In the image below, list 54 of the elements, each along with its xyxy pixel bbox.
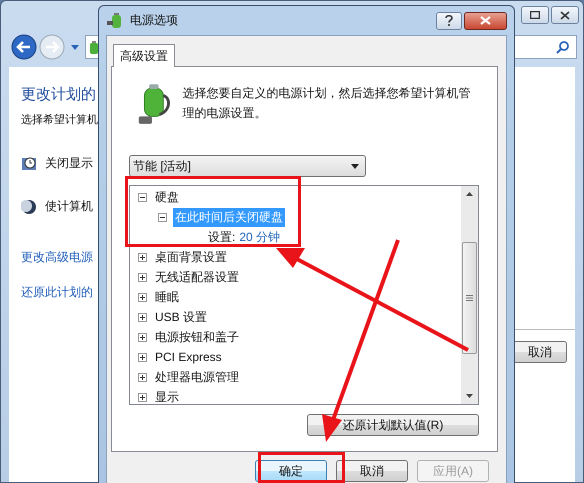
settings-link[interactable]: 还原此计划的	[21, 284, 93, 301]
maximize-icon	[530, 11, 540, 19]
tree-item[interactable]: 无线适配器设置	[153, 268, 241, 286]
battery-plug-icon	[106, 12, 124, 30]
tree-item[interactable]: PCI Express	[153, 349, 224, 365]
clock-icon	[21, 156, 37, 172]
expand-icon[interactable]	[138, 332, 147, 342]
moon-icon	[21, 198, 37, 214]
cancel-button[interactable]: 取消	[513, 341, 567, 363]
page-subheading: 选择希望计算机	[21, 112, 98, 127]
help-button[interactable]	[436, 12, 462, 30]
tab[interactable]: 高级设置	[113, 44, 175, 67]
dropdown-arrow-icon	[351, 164, 359, 168]
maximize-button[interactable]	[521, 6, 549, 24]
search-icon[interactable]	[556, 40, 570, 54]
dialog-button[interactable]: 取消	[336, 460, 408, 482]
description-text: 选择您要自定义的电源计划，然后选择您希望计算机管理的电源设置。	[182, 85, 472, 122]
expand-icon[interactable]	[138, 352, 147, 362]
page-heading: 更改计划的	[21, 85, 96, 104]
grip-icon	[466, 295, 473, 301]
scrollbar[interactable]	[461, 186, 478, 404]
plan-dropdown[interactable]: 节能 [活动]	[129, 155, 366, 177]
tree-item[interactable]: 显示	[153, 388, 181, 404]
restore-defaults-button[interactable]: 还原计划默认值(R)	[307, 414, 479, 436]
help-icon	[445, 15, 453, 26]
tree-item[interactable]: USB 设置	[153, 308, 210, 326]
expand-icon[interactable]	[138, 272, 147, 282]
tree-item[interactable]: 电源按钮和盖子	[153, 328, 241, 346]
close-icon	[480, 16, 491, 25]
tree-item[interactable]: 硬盘	[153, 188, 181, 206]
dropdown-arrow-icon[interactable]	[71, 44, 79, 50]
expand-icon[interactable]	[138, 372, 147, 382]
scroll-up-icon[interactable]	[466, 192, 473, 196]
back-button[interactable]	[11, 34, 37, 60]
setting-label: 设置:	[208, 228, 236, 246]
settings-link[interactable]: 更改高级电源	[21, 249, 93, 266]
expand-icon[interactable]	[138, 292, 147, 302]
setting-label: 使计算机	[45, 198, 93, 215]
tree-item[interactable]: 睡眠	[153, 288, 181, 306]
scroll-down-icon[interactable]	[466, 394, 473, 398]
close-button[interactable]	[551, 6, 579, 24]
expand-icon[interactable]	[138, 252, 147, 262]
battery-icon	[90, 40, 98, 54]
tree-item[interactable]: 桌面背景设置	[153, 248, 229, 266]
tree-item[interactable]: 处理器电源管理	[153, 368, 241, 386]
collapse-icon[interactable]	[138, 192, 147, 202]
setting-value-link[interactable]: 20 分钟	[239, 228, 280, 246]
collapse-icon[interactable]	[158, 212, 167, 222]
expand-icon[interactable]	[138, 312, 147, 322]
window-title: 电源选项	[130, 12, 178, 29]
close-button[interactable]	[464, 12, 507, 30]
close-icon	[560, 10, 570, 20]
setting-label: 关闭显示	[45, 155, 93, 172]
expand-icon[interactable]	[138, 392, 147, 402]
